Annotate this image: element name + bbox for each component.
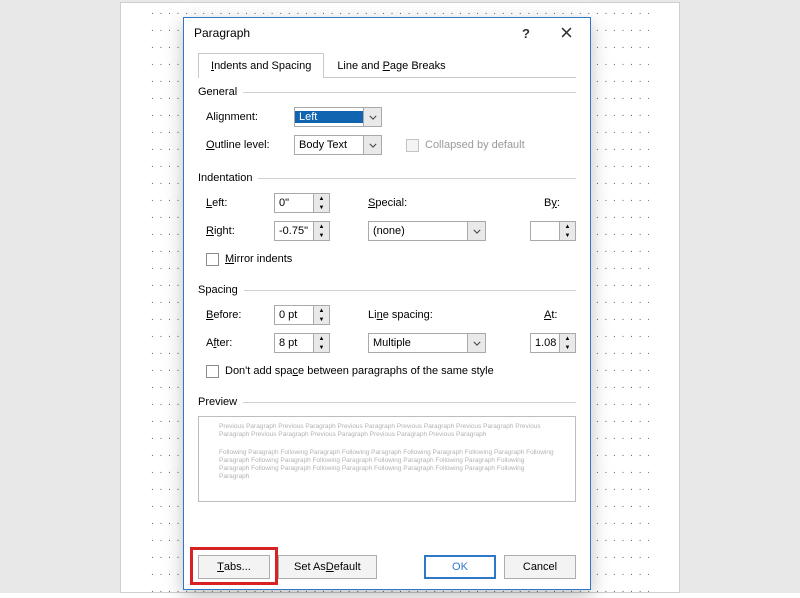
spacing-before-value: 0 pt xyxy=(275,309,313,321)
spin-up-icon[interactable]: ▲ xyxy=(314,222,329,231)
preview-prev-text: Previous Paragraph Previous Paragraph Pr… xyxy=(219,423,555,439)
indent-by-spin[interactable]: ▲▼ xyxy=(530,221,576,241)
special-label: Special: xyxy=(368,197,460,209)
outline-level-value: Body Text xyxy=(295,139,363,151)
line-spacing-combo[interactable]: Multiple xyxy=(368,333,486,353)
collapsed-checkbox xyxy=(406,139,419,152)
special-combo[interactable]: (none) xyxy=(368,221,486,241)
chevron-down-icon xyxy=(467,334,485,352)
spacing-at-spin[interactable]: 1.08 ▲▼ xyxy=(530,333,576,353)
spacing-before-label: Before: xyxy=(206,309,268,321)
dialog-title: Paragraph xyxy=(194,26,506,40)
collapsed-label: Collapsed by default xyxy=(425,139,525,151)
outline-level-label: Outline level: xyxy=(206,139,288,151)
tab-indents-spacing[interactable]: Indents and Spacing xyxy=(198,53,324,78)
help-button[interactable]: ? xyxy=(506,19,546,47)
section-indentation: Indentation Left: 0" ▲▼ Special: By: Rig xyxy=(198,172,576,270)
section-indentation-header: Indentation xyxy=(198,172,252,184)
alignment-label: Alignment: xyxy=(206,111,288,123)
special-value: (none) xyxy=(369,225,467,237)
outline-level-combo[interactable]: Body Text xyxy=(294,135,382,155)
alignment-combo[interactable]: Left xyxy=(294,107,382,127)
indent-right-spin[interactable]: -0.75" ▲▼ xyxy=(274,221,330,241)
alignment-value: Left xyxy=(295,111,363,123)
chevron-down-icon xyxy=(363,108,381,126)
line-spacing-label: Line spacing: xyxy=(368,309,460,321)
spin-up-icon[interactable]: ▲ xyxy=(560,334,575,343)
spin-down-icon[interactable]: ▼ xyxy=(314,315,329,324)
ok-button[interactable]: OK xyxy=(424,555,496,579)
tabs-button[interactable]: Tabs... xyxy=(198,555,270,579)
tab-strip: Indents and Spacing Line and Page Breaks xyxy=(198,52,576,78)
spin-down-icon[interactable]: ▼ xyxy=(560,343,575,352)
section-general-header: General xyxy=(198,86,237,98)
indent-right-label: Right: xyxy=(206,225,268,237)
close-icon xyxy=(561,25,572,41)
section-general: General Alignment: Left Outline level: B… xyxy=(198,86,576,156)
set-as-default-button[interactable]: Set As Default xyxy=(278,555,377,579)
mirror-indents-label: Mirror indents xyxy=(225,253,292,265)
spin-up-icon[interactable]: ▲ xyxy=(314,306,329,315)
line-spacing-value: Multiple xyxy=(369,337,467,349)
spin-up-icon[interactable]: ▲ xyxy=(314,334,329,343)
spin-down-icon[interactable]: ▼ xyxy=(314,231,329,240)
preview-next-text: Following Paragraph Following Paragraph … xyxy=(219,449,555,481)
dont-add-space-label: Don't add space between paragraphs of th… xyxy=(225,365,494,377)
indent-left-value: 0" xyxy=(275,197,313,209)
section-preview-header: Preview xyxy=(198,396,237,408)
paragraph-dialog: Paragraph ? Indents and Spacing Line and… xyxy=(183,17,591,590)
spin-down-icon[interactable]: ▼ xyxy=(560,231,575,240)
spacing-before-spin[interactable]: 0 pt ▲▼ xyxy=(274,305,330,325)
spin-down-icon[interactable]: ▼ xyxy=(314,343,329,352)
spacing-after-value: 8 pt xyxy=(275,337,313,349)
spin-down-icon[interactable]: ▼ xyxy=(314,203,329,212)
tab-line-page-breaks[interactable]: Line and Page Breaks xyxy=(324,53,458,78)
section-spacing-header: Spacing xyxy=(198,284,238,296)
section-preview: Preview Previous Paragraph Previous Para… xyxy=(198,396,576,502)
spin-up-icon[interactable]: ▲ xyxy=(560,222,575,231)
indent-left-label: Left: xyxy=(206,197,268,209)
cancel-button[interactable]: Cancel xyxy=(504,555,576,579)
indent-by-label: By: xyxy=(544,197,576,209)
section-spacing: Spacing Before: 0 pt ▲▼ Line spacing: At… xyxy=(198,284,576,382)
chevron-down-icon xyxy=(363,136,381,154)
titlebar[interactable]: Paragraph ? xyxy=(184,18,590,48)
dont-add-space-checkbox[interactable] xyxy=(206,365,219,378)
close-button[interactable] xyxy=(546,19,586,47)
mirror-indents-checkbox[interactable] xyxy=(206,253,219,266)
dialog-actions: Tabs... Set As Default OK Cancel xyxy=(198,555,576,579)
indent-right-value: -0.75" xyxy=(275,225,313,237)
spacing-after-label: After: xyxy=(206,337,268,349)
spin-up-icon[interactable]: ▲ xyxy=(314,194,329,203)
preview-box: Previous Paragraph Previous Paragraph Pr… xyxy=(198,416,576,502)
indent-left-spin[interactable]: 0" ▲▼ xyxy=(274,193,330,213)
chevron-down-icon xyxy=(467,222,485,240)
spacing-after-spin[interactable]: 8 pt ▲▼ xyxy=(274,333,330,353)
spacing-at-value: 1.08 xyxy=(531,337,559,349)
spacing-at-label: At: xyxy=(544,309,576,321)
